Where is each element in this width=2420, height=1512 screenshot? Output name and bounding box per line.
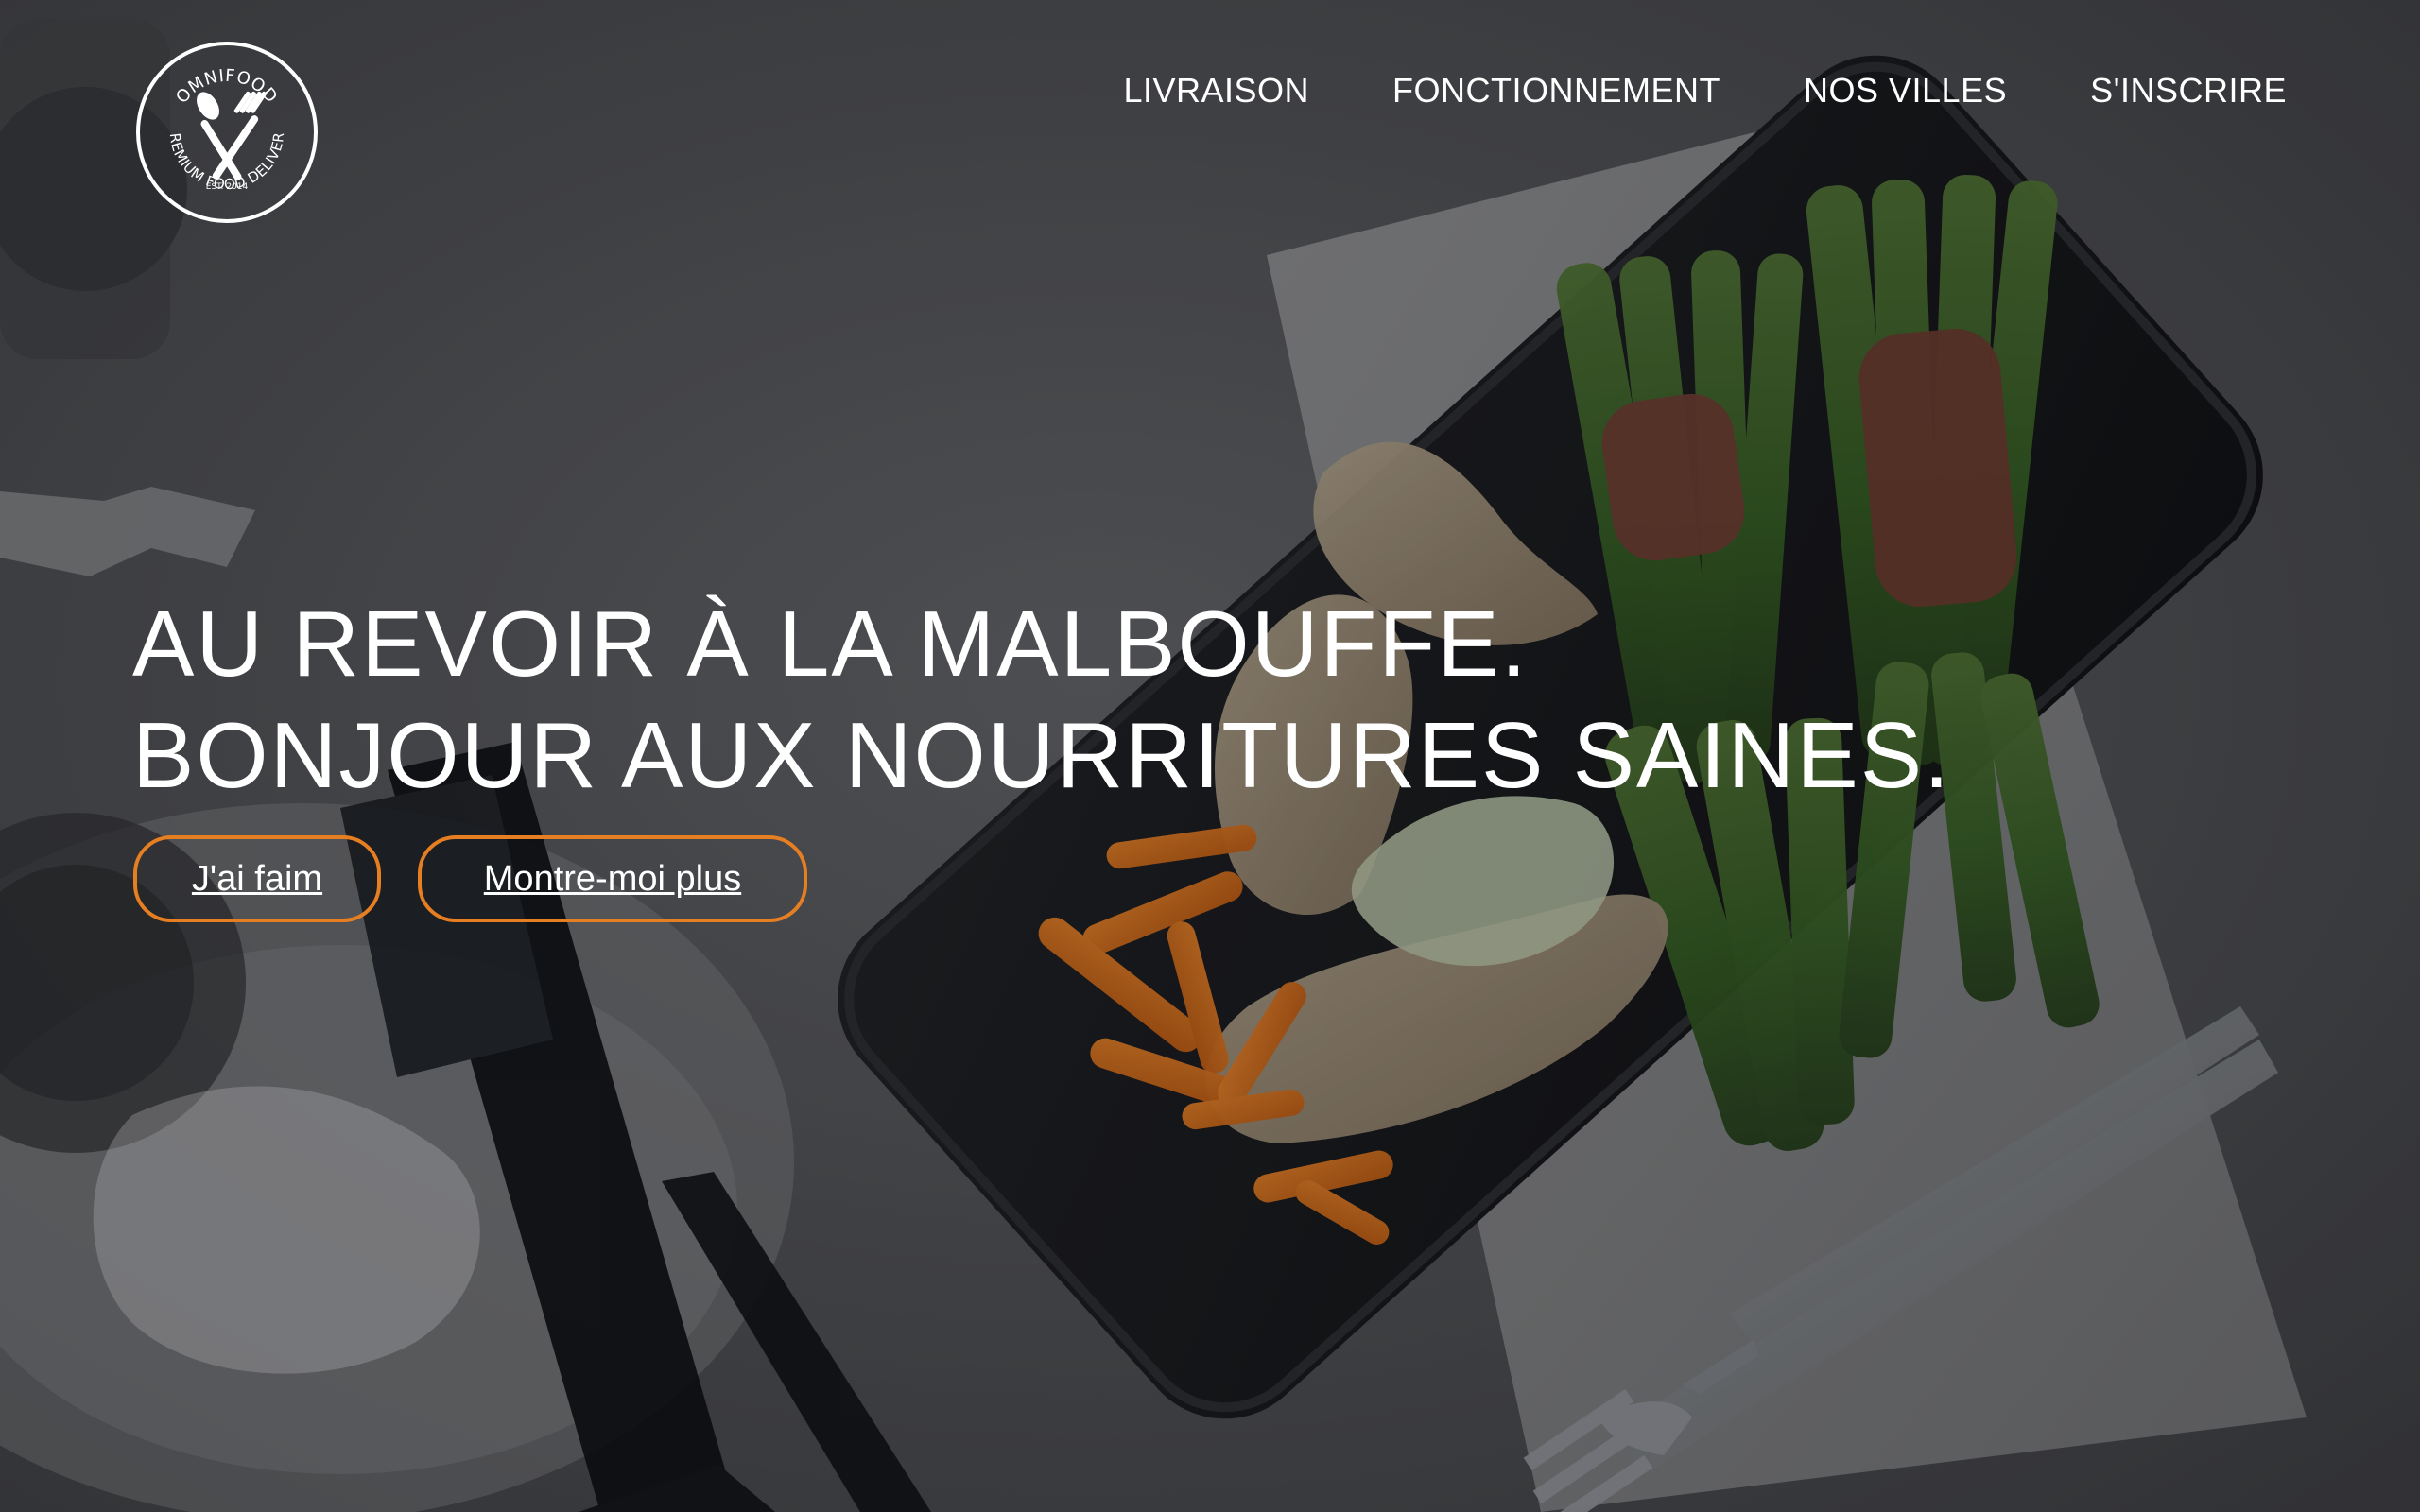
hero-headline-line-1: AU REVOIR À LA MALBOUFFE. <box>132 592 1529 696</box>
nav-item-fonctionnement[interactable]: FONCTIONNEMENT <box>1392 74 1720 108</box>
hero-section: OMNIFOOD PREMIUM FOOD DELIVERY EST. 2014… <box>0 0 2420 1512</box>
nav-item-livraison[interactable]: LIVRAISON <box>1123 74 1309 108</box>
omnifood-logo[interactable]: OMNIFOOD PREMIUM FOOD DELIVERY EST. 2014 <box>134 40 320 225</box>
hero-headline-line-2: BONJOUR AUX NOURRITURES SAINES. <box>132 703 1952 807</box>
nav-item-nos-villes[interactable]: NOS VILLES <box>1804 74 2007 108</box>
logo-est-text: EST. 2014 <box>206 182 249 192</box>
logo-top-text: OMNIFOOD <box>172 66 281 108</box>
show-more-button[interactable]: Montre-moi plus <box>418 835 807 922</box>
nav-item-sinscrire[interactable]: S'INSCRIRE <box>2090 74 2287 108</box>
main-navigation: LIVRAISON FONCTIONNEMENT NOS VILLES S'IN… <box>1123 74 2287 108</box>
hungry-button[interactable]: J'ai faim <box>133 835 381 922</box>
svg-text:OMNIFOOD: OMNIFOOD <box>172 66 282 108</box>
hero-headline: AU REVOIR À LA MALBOUFFE. BONJOUR AUX NO… <box>132 588 1951 811</box>
